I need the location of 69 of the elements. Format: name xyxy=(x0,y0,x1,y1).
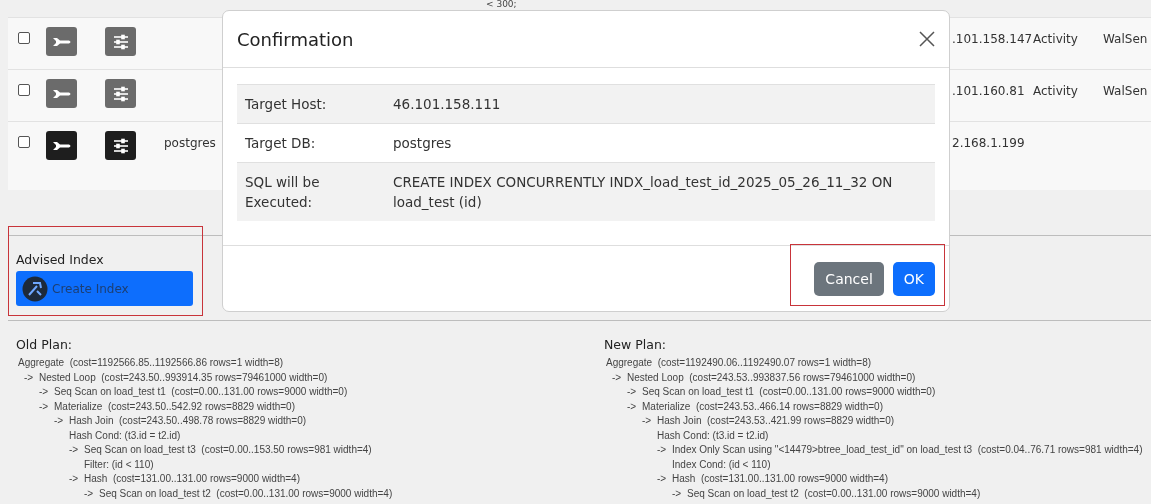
arrow-text: -> xyxy=(672,486,683,501)
arrow-text: -> xyxy=(642,414,653,428)
plan-line-text: Seq Scan on load_test t1 (cost=0.00..131.00 rows=9000 width=0) xyxy=(54,385,348,399)
plan-line-text: Hash (cost=131.00..131.00 rows=9000 width=4) xyxy=(672,472,888,486)
arrow-text: -> xyxy=(84,486,95,501)
plan-line-text: Hash Cond: (t3.id = t2.id) xyxy=(657,428,769,443)
row-checkbox[interactable] xyxy=(18,136,30,148)
arrow-text: -> xyxy=(39,399,50,414)
plan-line-text: Aggregate (cost=1192490.06..1192490.07 rows=1 width=8) xyxy=(606,356,872,370)
plan-line-text: Seq Scan on load_test t3 (cost=0.00..153.50 rows=981 width=4) xyxy=(84,443,372,457)
close-icon xyxy=(919,31,935,47)
arrow-text: -> xyxy=(657,472,668,486)
plan-line-text: Hash Cond: (t3.id = t2.id) xyxy=(69,428,181,443)
sliders-icon xyxy=(112,137,129,154)
arrow-text: -> xyxy=(612,370,623,385)
row-checkbox[interactable] xyxy=(18,32,30,44)
plan-line-text: Index Cond: (id < 110) xyxy=(672,457,771,472)
close-button[interactable] xyxy=(919,31,935,47)
field-value: postgres xyxy=(393,134,453,153)
arrow-text: -> xyxy=(39,385,50,399)
table-cell: Activity xyxy=(1033,84,1078,98)
sliders-button[interactable] xyxy=(105,27,136,56)
table-cell: .101.158.147 xyxy=(952,32,1033,46)
arrow-text: -> xyxy=(24,370,35,385)
query-text: < 300; xyxy=(486,0,517,9)
plan-line-text: Hash (cost=131.00..131.00 rows=9000 width=4) xyxy=(84,472,300,486)
create-index-button[interactable]: Create Index xyxy=(16,271,193,306)
section-label: Advised Index xyxy=(16,252,105,267)
field-value: 46.101.158.111 xyxy=(393,95,502,114)
sliders-button[interactable] xyxy=(105,131,136,160)
plan-line-text: Materialize (cost=243.53..466.14 rows=8829 width=0) xyxy=(642,399,883,414)
arrow-text: -> xyxy=(627,399,638,414)
table-cell: .101.160.81 xyxy=(952,84,1025,98)
sliders-button[interactable] xyxy=(105,79,136,108)
table-cell: postgres xyxy=(164,136,216,150)
plan-line-text: Materialize (cost=243.50..542.92 rows=8829 width=0) xyxy=(54,399,295,414)
table-cell: 2.168.1.199 xyxy=(952,136,1025,150)
plan-line-text: Aggregate (cost=1192566.85..1192566.86 rows=1 width=8) xyxy=(18,356,284,370)
field-label: Target Host: xyxy=(245,95,328,114)
plan-line-text: Filter: (id < 110) xyxy=(84,457,154,472)
row-checkbox[interactable] xyxy=(18,84,30,96)
plan-line-text: Hash Join (cost=243.50..498.78 rows=8829 width=0) xyxy=(69,414,307,428)
sliders-icon xyxy=(112,33,129,50)
field-label: SQL will be Executed: xyxy=(245,173,321,212)
dialog-title: Confirmation xyxy=(237,28,354,50)
sliders-icon xyxy=(112,85,129,102)
cancel-button[interactable]: Cancel xyxy=(814,261,884,296)
plan-line-text: Seq Scan on load_test t2 (cost=0.00..131.00 rows=9000 width=4) xyxy=(687,486,981,501)
plan-line-text: Seq Scan on load_test t2 (cost=0.00..131.00 rows=9000 width=4) xyxy=(99,486,393,501)
plan-line-text: Seq Scan on load_test t1 (cost=0.00..131.00 rows=9000 width=0) xyxy=(642,385,936,399)
arrow-text: -> xyxy=(657,443,668,457)
arrow-text: -> xyxy=(54,414,65,428)
field-label: Target DB: xyxy=(245,134,317,153)
table-cell: WalSen xyxy=(1103,32,1148,46)
table-cell: Activity xyxy=(1033,32,1078,46)
plan-title: New Plan: xyxy=(604,337,668,352)
arrow-text: -> xyxy=(69,472,80,486)
plan-title: Old Plan: xyxy=(16,337,74,352)
arrow-text: -> xyxy=(627,385,638,399)
field-value: CREATE INDEX CONCURRENTLY INDX_load_test_id_2025_05_26_11_32 ON load_test (id) xyxy=(393,173,894,212)
plan-line-text: Nested Loop (cost=243.53..993837.56 rows=79461000 width=0) xyxy=(627,370,916,385)
ok-button[interactable]: OK xyxy=(892,261,935,296)
plan-line-text: Hash Join (cost=243.53..421.99 rows=8829 width=0) xyxy=(657,414,895,428)
tools-icon xyxy=(22,275,48,302)
launch-button[interactable] xyxy=(46,131,77,160)
table-cell: WalSen xyxy=(1103,84,1148,98)
arrow-text: -> xyxy=(69,443,80,457)
plan-line-text: Index Only Scan using "<14479>btree_load_test_id" on load_test t3 (cost=0.04..76.71 rows=981 width=4) xyxy=(672,443,1143,457)
plan-line-text: Nested Loop (cost=243.50..993914.35 rows=79461000 width=0) xyxy=(39,370,328,385)
